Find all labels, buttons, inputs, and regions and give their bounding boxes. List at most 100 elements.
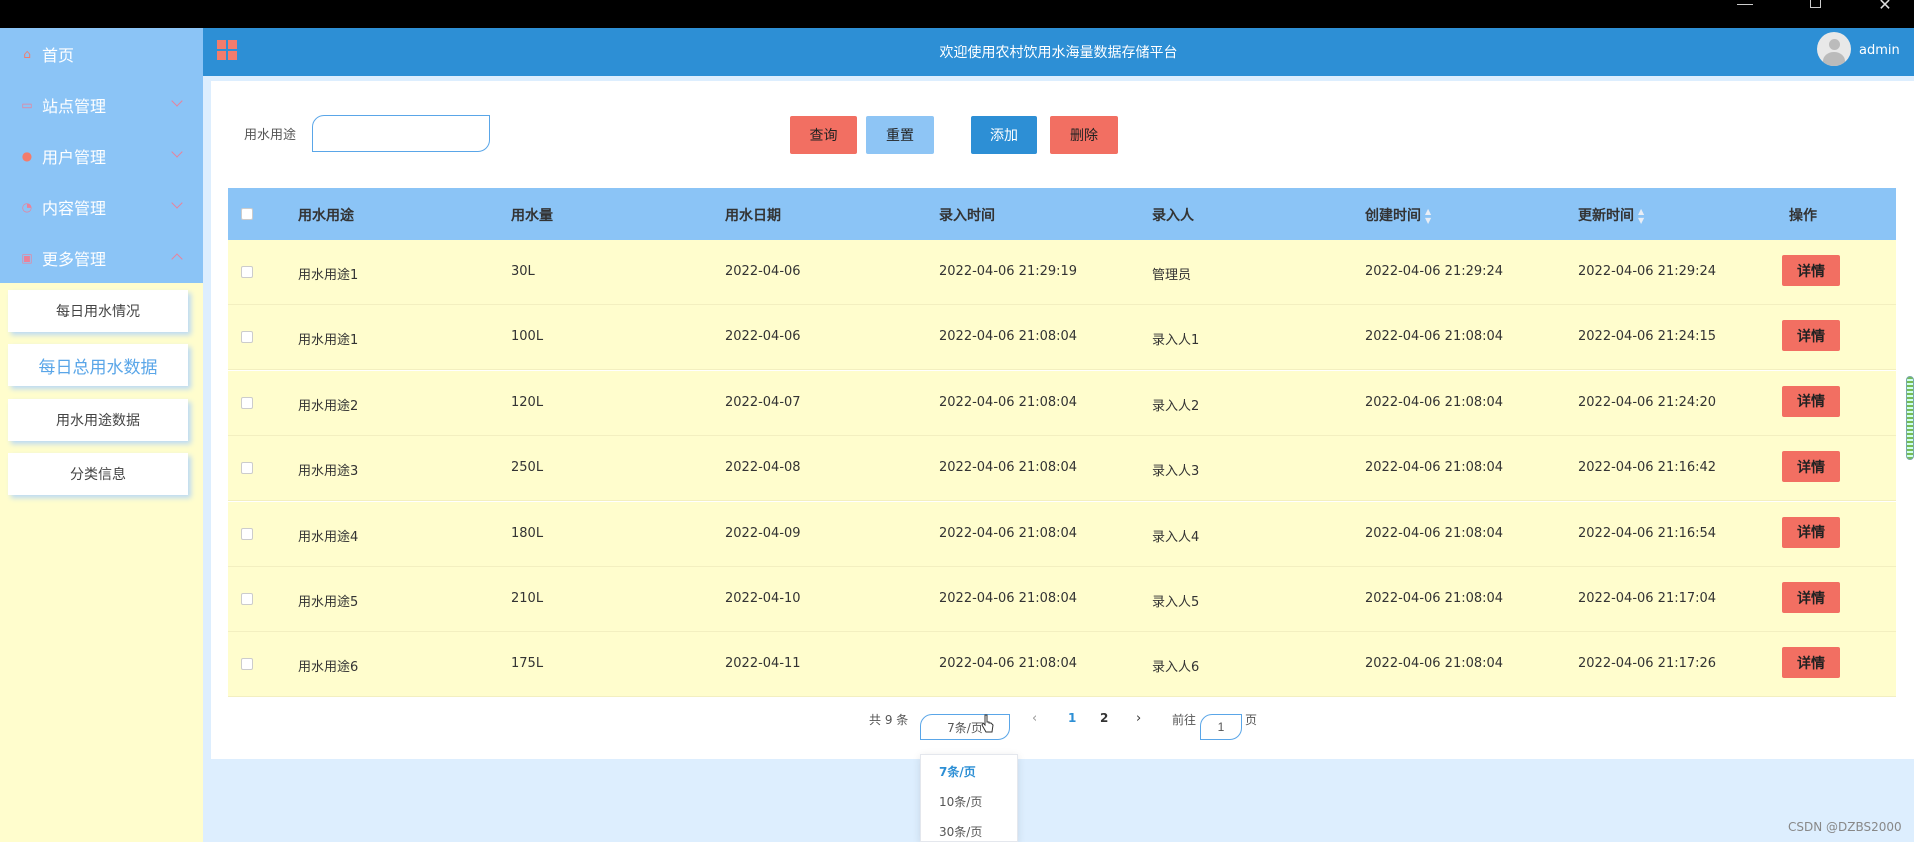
cell-updated: 2022-04-06 21:29:24 <box>1578 264 1717 279</box>
col-header-actions: 操作 <box>1789 208 1817 224</box>
select-all-checkbox[interactable] <box>241 208 253 220</box>
row-checkbox[interactable] <box>241 593 253 605</box>
table-row: 用水用途3 250L 2022-04-08 2022-04-06 21:08:04 录入… <box>228 436 1896 502</box>
cell-amount: 120L <box>511 394 544 410</box>
query-button[interactable]: 查询 <box>790 116 857 154</box>
cursor-hand-icon <box>981 714 994 733</box>
cell-date: 2022-04-06 <box>725 329 801 345</box>
cell-purpose: 用水用途6 <box>298 660 359 676</box>
scrollbar[interactable] <box>1906 376 1914 460</box>
cell-created: 2022-04-06 21:08:04 <box>1365 460 1504 476</box>
search-label: 用水用途 <box>244 128 297 143</box>
cell-entry-time: 2022-04-06 21:08:04 <box>939 460 1078 476</box>
sidebar-item-site[interactable]: ▭ 站点管理 <box>0 79 203 130</box>
page-number-2[interactable]: 2 <box>1100 711 1108 725</box>
cell-date: 2022-04-11 <box>725 656 801 672</box>
cell-purpose: 用水用途4 <box>298 529 359 545</box>
sidebar-item-content[interactable]: ◔ 内容管理 <box>0 181 203 232</box>
cell-date: 2022-04-06 <box>725 264 801 279</box>
sidebar-item-label: 站点管理 <box>42 96 107 116</box>
detail-button[interactable]: 详情 <box>1782 385 1840 417</box>
page-size-option-7[interactable]: 7条/页 <box>939 763 976 780</box>
cell-entry-person: 录入人3 <box>1152 464 1200 480</box>
copy-icon: ▣ <box>21 250 33 265</box>
row-checkbox[interactable] <box>241 266 253 278</box>
monitor-icon: ▭ <box>21 97 33 112</box>
close-icon[interactable]: ✕ <box>1862 0 1908 28</box>
goto-page-input[interactable] <box>1200 714 1242 740</box>
reset-button[interactable]: 重置 <box>866 116 934 154</box>
sidebar-item-users[interactable]: ● 用户管理 <box>0 130 203 181</box>
page-size-value: 7条/页 <box>947 720 983 735</box>
cell-entry-person: 管理员 <box>1152 268 1192 283</box>
minimize-icon[interactable] <box>1722 0 1768 28</box>
detail-button[interactable]: 详情 <box>1782 516 1840 548</box>
cell-purpose: 用水用途2 <box>298 398 359 414</box>
col-header-updated[interactable]: 更新时间 ▲ ▼ <box>1578 205 1644 225</box>
prev-page-icon[interactable]: ‹ <box>1032 711 1037 726</box>
cell-entry-time: 2022-04-06 21:29:19 <box>939 264 1078 279</box>
cell-entry-person: 录入人1 <box>1152 333 1200 349</box>
page-size-option-30[interactable]: 30条/页 <box>939 823 982 840</box>
goto-suffix: 页 <box>1245 713 1258 727</box>
sidebar-item-label: 内容管理 <box>42 198 107 218</box>
submenu-daily-total[interactable]: 每日总用水数据 <box>8 344 188 386</box>
cell-created: 2022-04-06 21:29:24 <box>1365 264 1504 279</box>
sort-icon[interactable]: ▲ ▼ <box>1425 207 1431 225</box>
cell-purpose: 用水用途1 <box>298 333 359 349</box>
sidebar-item-more[interactable]: ▣ 更多管理 <box>0 232 203 283</box>
page-size-option-10[interactable]: 10条/页 <box>939 793 982 810</box>
detail-button[interactable]: 详情 <box>1782 255 1840 286</box>
cell-entry-time: 2022-04-06 21:08:04 <box>939 329 1078 345</box>
sidebar-item-label: 更多管理 <box>42 249 107 269</box>
row-checkbox[interactable] <box>241 462 253 475</box>
cell-date: 2022-04-10 <box>725 591 801 606</box>
watermark: CSDN @DZBS2000 <box>1788 820 1902 834</box>
goto-label: 前往 <box>1172 713 1197 727</box>
next-page-icon[interactable]: › <box>1136 711 1141 726</box>
maximize-icon[interactable] <box>1792 0 1838 28</box>
sidebar-item-home[interactable]: ⌂ 首页 <box>0 28 203 79</box>
col-header-entry-time: 录入时间 <box>939 208 995 224</box>
page-size-select[interactable]: 7条/页 <box>920 714 1010 740</box>
cell-entry-person: 录入人6 <box>1152 660 1200 676</box>
col-header-label: 创建时间 <box>1365 208 1421 224</box>
row-checkbox[interactable] <box>241 396 253 409</box>
chevron-down-icon <box>171 146 183 158</box>
table-row: 用水用途1 30L 2022-04-06 2022-04-06 21:29:19 管理员… <box>228 240 1896 305</box>
sort-icon[interactable]: ▲ ▼ <box>1638 207 1644 225</box>
row-checkbox[interactable] <box>241 527 253 540</box>
detail-button[interactable]: 详情 <box>1782 320 1840 352</box>
col-header-label: 更新时间 <box>1578 208 1634 224</box>
detail-button[interactable]: 详情 <box>1782 451 1840 483</box>
page-title: 欢迎使用农村饮用水海量数据存储平台 <box>939 45 1178 61</box>
chevron-down-icon <box>171 95 183 107</box>
cell-amount: 30L <box>511 264 535 279</box>
detail-button[interactable]: 详情 <box>1782 647 1840 679</box>
avatar[interactable] <box>1817 32 1851 66</box>
cell-created: 2022-04-06 21:08:04 <box>1365 394 1504 410</box>
row-checkbox[interactable] <box>241 658 253 671</box>
cell-updated: 2022-04-06 21:24:20 <box>1578 394 1717 410</box>
cell-entry-person: 录入人4 <box>1152 529 1200 545</box>
page-number-1[interactable]: 1 <box>1068 711 1076 725</box>
col-header-created[interactable]: 创建时间 ▲ ▼ <box>1365 205 1431 225</box>
detail-button[interactable]: 详情 <box>1782 582 1840 613</box>
table-header: 用水用途 用水量 用水日期 录入时间 录入人 创建时间 ▲ ▼ 更新时间 ▲ ▼ 操作 <box>228 188 1896 240</box>
cell-date: 2022-04-09 <box>725 525 801 541</box>
username[interactable]: admin <box>1859 43 1900 58</box>
delete-button[interactable]: 删除 <box>1050 116 1118 154</box>
submenu-usage-purpose[interactable]: 用水用途数据 <box>8 399 188 441</box>
submenu-daily-usage[interactable]: 每日用水情况 <box>8 290 188 332</box>
row-checkbox[interactable] <box>241 331 253 344</box>
user-icon: ● <box>21 148 33 163</box>
cell-amount: 100L <box>511 329 544 345</box>
add-button[interactable]: 添加 <box>971 116 1037 154</box>
home-icon: ⌂ <box>23 46 31 61</box>
total-count: 共 9 条 <box>869 713 909 727</box>
submenu-category[interactable]: 分类信息 <box>8 453 188 495</box>
cell-purpose: 用水用途3 <box>298 464 359 480</box>
cell-created: 2022-04-06 21:08:04 <box>1365 591 1504 606</box>
search-input[interactable] <box>312 115 490 152</box>
cell-entry-person: 录入人2 <box>1152 398 1200 414</box>
